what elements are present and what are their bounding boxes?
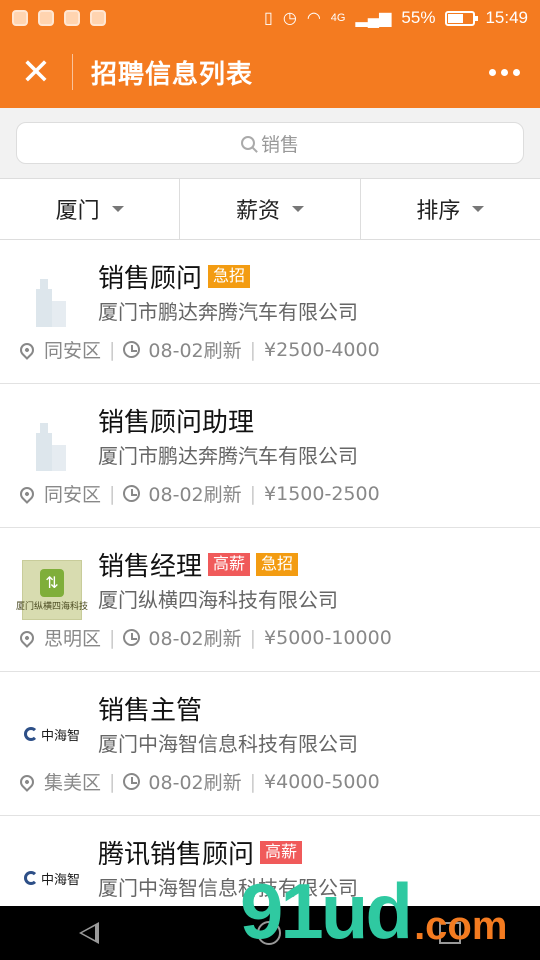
- network-type: 4G: [330, 12, 346, 24]
- job-list-item[interactable]: ⇅ 厦门纵横四海科技 销售经理 高薪 急招 厦门纵横四海科技有限公司 思明区 |…: [0, 528, 540, 672]
- logo-text: 厦门纵横四海科技: [16, 601, 89, 612]
- refresh-date: 08-02刷新: [148, 628, 242, 650]
- clock: 15:49: [485, 8, 528, 27]
- job-title: 腾讯销售顾问: [98, 840, 255, 870]
- refresh-date: 08-02刷新: [148, 340, 242, 362]
- building-icon: [22, 272, 82, 332]
- alarm-icon: ◷: [282, 10, 297, 27]
- recent-apps-icon[interactable]: [439, 922, 461, 944]
- notification-app-icon: [90, 10, 106, 26]
- job-title: 销售顾问: [98, 264, 203, 294]
- system-navigation-bar: [0, 906, 540, 960]
- logo-ring-icon: [23, 727, 38, 741]
- salary: ¥2500-4000: [264, 338, 380, 361]
- tag-high-pay: 高薪: [260, 841, 303, 864]
- company-name: 厦门纵横四海科技有限公司: [98, 588, 338, 612]
- more-dot-icon: [500, 68, 508, 76]
- notification-app-icon: [64, 10, 80, 26]
- job-list-item[interactable]: 中海智 腾讯销售顾问 高薪 厦门中海智信息科技有限公司: [0, 816, 540, 906]
- job-title: 销售经理: [98, 552, 203, 582]
- status-bar: ▯ ◷ ◠ 4G ▂▄▆ 55% 15:49: [0, 0, 540, 36]
- location-pin-icon: [17, 771, 37, 792]
- clock-icon: [123, 629, 141, 646]
- salary: ¥1500-2500: [264, 482, 380, 505]
- signal-icon: ▂▄▆: [355, 10, 392, 27]
- caret-down-icon: [111, 206, 124, 212]
- logo-text: 中海智: [40, 728, 80, 744]
- search-input[interactable]: 销售: [16, 122, 524, 164]
- tag-urgent: 急招: [208, 265, 251, 288]
- more-dot-icon: [512, 68, 520, 76]
- home-icon[interactable]: [257, 921, 281, 945]
- clock-icon: [123, 773, 141, 790]
- filter-city[interactable]: 厦门: [0, 179, 181, 239]
- filter-label: 薪资: [235, 199, 280, 224]
- battery-icon: [445, 10, 479, 26]
- filter-label: 排序: [416, 199, 461, 224]
- salary: ¥5000-10000: [264, 626, 392, 649]
- nav-bar: ✕ 招聘信息列表: [0, 36, 540, 108]
- more-button[interactable]: [468, 36, 540, 108]
- tag-urgent: 急招: [256, 553, 299, 576]
- company-name: 厦门市鹏达奔腾汽车有限公司: [98, 444, 358, 468]
- filter-salary[interactable]: 薪资: [180, 179, 361, 239]
- clock-icon: [123, 485, 141, 502]
- job-list-item[interactable]: 中海智 销售主管 厦门中海智信息科技有限公司 集美区 | 08-02刷新 | ¥…: [0, 672, 540, 816]
- company-logo: 中海智: [22, 704, 82, 764]
- filter-label: 厦门: [55, 199, 100, 224]
- caret-down-icon: [292, 206, 304, 212]
- search-icon: [240, 136, 255, 150]
- more-dot-icon: [488, 68, 496, 76]
- tag-high-pay: 高薪: [208, 553, 251, 576]
- company-logo: ⇅ 厦门纵横四海科技: [16, 560, 88, 620]
- district: 同安区: [44, 340, 102, 362]
- location-pin-icon: [17, 339, 37, 360]
- location-pin-icon: [17, 627, 37, 648]
- logo-ring-icon: [23, 871, 38, 885]
- district: 思明区: [44, 628, 102, 650]
- building-icon: [22, 416, 82, 476]
- logo-text: 中海智: [40, 872, 80, 888]
- job-list-item[interactable]: 销售顾问 急招 厦门市鹏达奔腾汽车有限公司 同安区 | 08-02刷新 | ¥2…: [0, 240, 540, 384]
- company-logo: 中海智: [22, 848, 82, 906]
- close-button[interactable]: ✕: [0, 36, 72, 108]
- notification-gallery-icon: [38, 10, 54, 26]
- page-title: 招聘信息列表: [91, 59, 254, 90]
- filter-sort[interactable]: 排序: [361, 179, 540, 239]
- refresh-date: 08-02刷新: [148, 484, 242, 506]
- district: 同安区: [44, 484, 102, 506]
- company-name: 厦门中海智信息科技有限公司: [98, 732, 358, 756]
- location-pin-icon: [17, 483, 37, 504]
- battery-percent: 55%: [401, 8, 436, 27]
- company-name: 厦门市鹏达奔腾汽车有限公司: [98, 300, 358, 324]
- notification-app-icon: [12, 10, 28, 26]
- job-title: 销售主管: [98, 696, 203, 726]
- search-area: 销售: [0, 108, 540, 178]
- refresh-date: 08-02刷新: [148, 772, 242, 794]
- clock-icon: [123, 341, 141, 358]
- search-value: 销售: [260, 133, 299, 156]
- salary: ¥4000-5000: [264, 770, 380, 793]
- job-list-item[interactable]: 销售顾问助理 厦门市鹏达奔腾汽车有限公司 同安区 | 08-02刷新 | ¥15…: [0, 384, 540, 528]
- company-name: 厦门中海智信息科技有限公司: [98, 876, 358, 900]
- caret-down-icon: [472, 206, 485, 212]
- nav-divider: [72, 54, 73, 90]
- vibrate-icon: ▯: [264, 10, 273, 27]
- back-icon[interactable]: [79, 922, 99, 944]
- job-title: 销售顾问助理: [98, 408, 255, 438]
- district: 集美区: [44, 772, 102, 794]
- wifi-icon: ◠: [306, 10, 321, 27]
- close-icon: ✕: [20, 51, 52, 93]
- job-list: 销售顾问 急招 厦门市鹏达奔腾汽车有限公司 同安区 | 08-02刷新 | ¥2…: [0, 240, 540, 906]
- filter-bar: 厦门 薪资 排序: [0, 178, 540, 240]
- logo-mark-icon: ⇅: [40, 568, 64, 597]
